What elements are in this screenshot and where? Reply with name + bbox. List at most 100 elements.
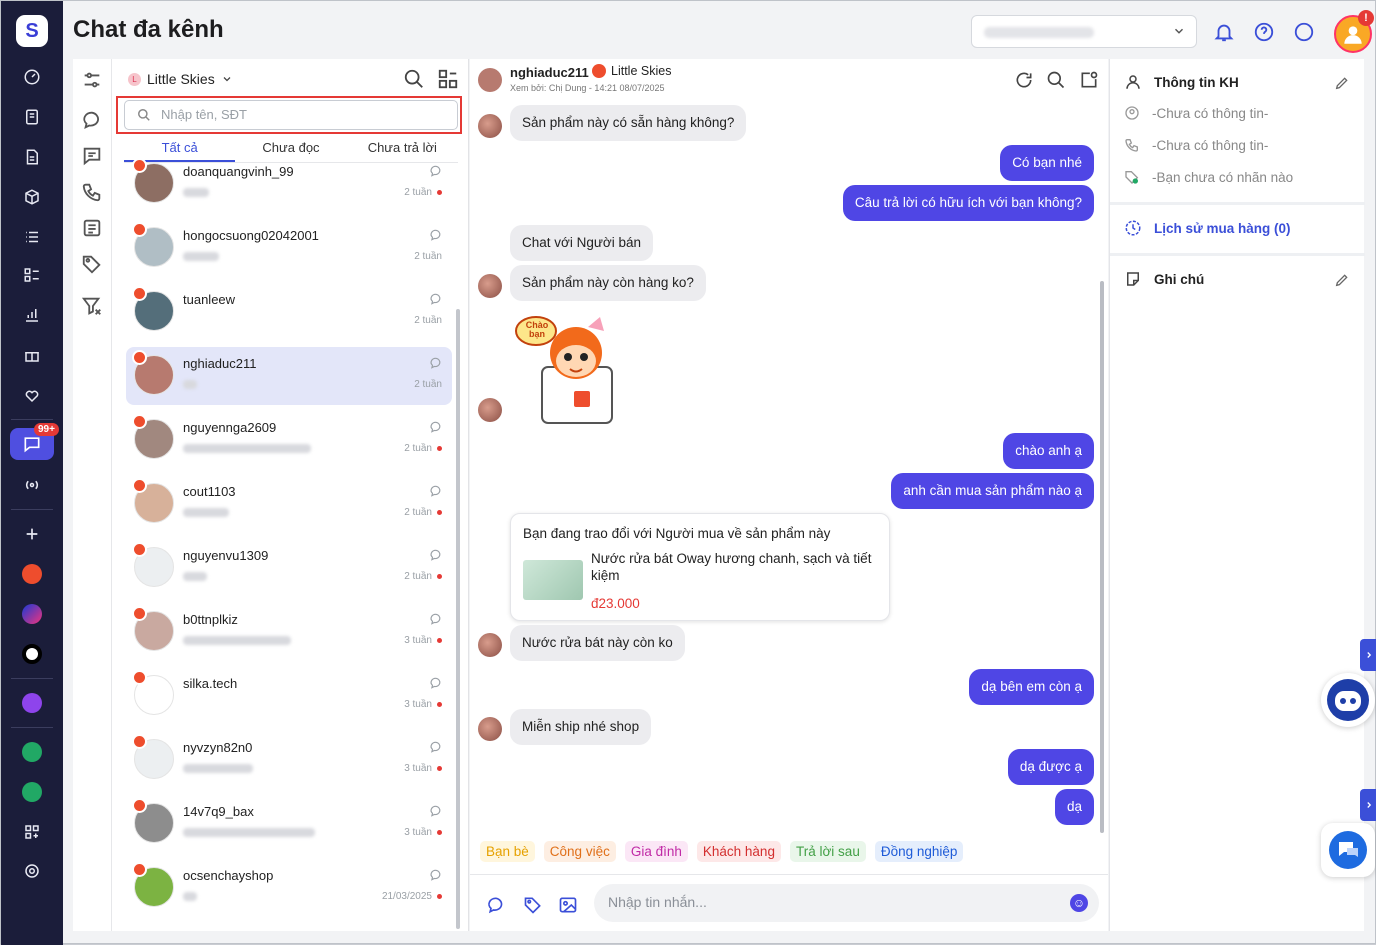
help-icon[interactable] bbox=[1253, 21, 1275, 43]
quick-reply-icon[interactable] bbox=[486, 895, 506, 915]
search-field[interactable] bbox=[124, 100, 458, 130]
customer-avatar bbox=[478, 398, 502, 422]
quick-tag[interactable]: Đồng nghiệp bbox=[874, 841, 964, 862]
conversation-item[interactable]: ocsenchayshop 21/03/2025 bbox=[126, 859, 452, 917]
edit-info-icon[interactable] bbox=[1334, 75, 1350, 91]
box-icon[interactable] bbox=[14, 181, 50, 213]
conversation-item[interactable]: doanquangvinh_99 2 tuần bbox=[126, 155, 452, 213]
refresh-icon[interactable] bbox=[1014, 70, 1034, 90]
search-input[interactable] bbox=[161, 107, 441, 122]
conversation-item[interactable]: tuanleew 2 tuần bbox=[126, 283, 452, 341]
conversation-item[interactable]: hongocsuong02042001 2 tuần bbox=[126, 219, 452, 277]
gift-icon[interactable] bbox=[14, 339, 50, 371]
more-icon[interactable] bbox=[1293, 21, 1315, 43]
expand-panel-button[interactable] bbox=[1360, 639, 1376, 671]
chat-bubble-icon[interactable] bbox=[81, 109, 105, 133]
grid-icon[interactable] bbox=[437, 68, 459, 90]
shopee-icon bbox=[132, 286, 147, 301]
expand-panel-button[interactable] bbox=[1360, 789, 1376, 821]
phone-icon[interactable] bbox=[81, 181, 105, 205]
conversation-item[interactable]: cout1103 2 tuần bbox=[126, 475, 452, 533]
last-message-preview bbox=[183, 380, 197, 389]
product-card[interactable]: Bạn đang trao đổi với Người mua về sản p… bbox=[510, 513, 890, 621]
partner-icon[interactable] bbox=[14, 776, 50, 808]
checklist-icon[interactable] bbox=[14, 259, 50, 291]
conversation-time: 3 tuần bbox=[404, 763, 442, 774]
image-icon[interactable] bbox=[558, 895, 578, 915]
quick-tag[interactable]: Khách hàng bbox=[696, 841, 781, 862]
info-value: -Chưa có thông tin- bbox=[1152, 105, 1269, 121]
purchase-history-link[interactable]: Lịch sử mua hàng (0) bbox=[1124, 219, 1291, 237]
message-out: Có bạn nhé bbox=[1000, 145, 1094, 181]
conversation-item[interactable]: nghiaduc211 2 tuần bbox=[126, 347, 452, 405]
info-row-account: -Chưa có thông tin- bbox=[1124, 105, 1268, 121]
conversation-time-text: 21/03/2025 bbox=[381, 891, 432, 902]
conversation-item[interactable]: nguyenvu1309 2 tuần bbox=[126, 539, 452, 597]
tag-icon[interactable] bbox=[523, 895, 543, 915]
tags-icon[interactable] bbox=[81, 253, 105, 277]
integration-icon[interactable] bbox=[14, 687, 50, 719]
store-icon[interactable] bbox=[14, 736, 50, 768]
conversation-item[interactable]: nguyennga2609 2 tuần bbox=[126, 411, 452, 469]
search-icon[interactable] bbox=[403, 68, 425, 90]
document-icon[interactable] bbox=[14, 141, 50, 173]
conversation-scrollbar[interactable] bbox=[456, 309, 460, 929]
customer-info-header: Thông tin KH bbox=[1124, 73, 1239, 91]
bell-icon[interactable] bbox=[1213, 21, 1235, 43]
shopee-icon bbox=[132, 414, 147, 429]
chat-bubble-icon bbox=[429, 420, 443, 434]
dashboard-icon[interactable] bbox=[14, 61, 50, 93]
conversation-name: tuanleew bbox=[183, 292, 236, 307]
quick-tag[interactable]: Trả lời sau bbox=[789, 841, 866, 862]
heart-hand-icon[interactable] bbox=[14, 379, 50, 411]
unread-dot bbox=[437, 893, 442, 899]
message-in: Miễn ship nhé shop bbox=[510, 709, 652, 745]
chat-bubble-icon bbox=[429, 164, 443, 178]
apps-icon[interactable] bbox=[14, 816, 50, 848]
new-window-icon[interactable] bbox=[1079, 70, 1099, 90]
quick-tag[interactable]: Công việc bbox=[543, 841, 616, 862]
shopee-icon bbox=[132, 350, 147, 365]
message-input[interactable] bbox=[608, 894, 1048, 910]
list-icon[interactable] bbox=[14, 221, 50, 253]
report-icon[interactable] bbox=[14, 299, 50, 331]
shop-selector[interactable] bbox=[971, 15, 1197, 48]
info-row-label[interactable]: -Bạn chưa có nhãn nào bbox=[1124, 169, 1293, 185]
chat-scrollbar[interactable] bbox=[1100, 281, 1104, 833]
greeting-sticker: Chào bạn bbox=[514, 307, 624, 425]
conversation-item[interactable]: silka.tech 3 tuần bbox=[126, 667, 452, 725]
settings-icon[interactable] bbox=[14, 855, 50, 887]
comment-icon[interactable] bbox=[81, 145, 105, 169]
chatbot-icon[interactable] bbox=[1321, 673, 1375, 727]
edit-note-icon[interactable] bbox=[1334, 272, 1350, 288]
product-name: Nước rửa bát Oway hương chanh, sạch và t… bbox=[591, 551, 872, 583]
add-icon[interactable] bbox=[14, 518, 50, 550]
orders-icon[interactable] bbox=[14, 101, 50, 133]
quick-tag[interactable]: Bạn bè bbox=[480, 841, 535, 862]
broadcast-icon[interactable] bbox=[14, 469, 50, 501]
app-logo[interactable]: S bbox=[16, 15, 48, 47]
conversation-item[interactable]: 14v7q9_bax 3 tuần bbox=[126, 795, 452, 853]
unread-dot bbox=[437, 701, 442, 707]
chat-header: nghiaduc211 Little Skies Xem bởi: Chị Du… bbox=[470, 59, 1108, 99]
filter-clear-icon[interactable] bbox=[81, 295, 105, 319]
sliders-icon[interactable] bbox=[81, 69, 105, 93]
search-icon[interactable] bbox=[1046, 70, 1066, 90]
emoji-icon[interactable]: ☺ bbox=[1070, 894, 1088, 912]
conversation-item[interactable]: b0ttnplkiz 3 tuần bbox=[126, 603, 452, 661]
last-message-preview bbox=[183, 764, 253, 773]
product-image bbox=[523, 560, 583, 600]
support-chat-icon[interactable] bbox=[1321, 823, 1375, 877]
tiktok-icon[interactable] bbox=[14, 638, 50, 670]
top-header: Chat đa kênh ! bbox=[63, 1, 1375, 59]
customer-avatar bbox=[478, 717, 502, 741]
shop-filter-dropdown[interactable]: L Little Skies bbox=[128, 71, 233, 87]
shopee-icon[interactable] bbox=[14, 558, 50, 590]
conversation-pane: L Little Skies Tất cả Chưa đọc Chưa trả … bbox=[112, 59, 469, 931]
lazada-icon[interactable] bbox=[14, 598, 50, 630]
conversation-time: 3 tuần bbox=[404, 699, 442, 710]
quick-tag[interactable]: Gia đình bbox=[624, 841, 688, 862]
conversation-item[interactable]: nyvzyn82n0 3 tuần bbox=[126, 731, 452, 789]
note-list-icon[interactable] bbox=[81, 217, 105, 241]
unread-dot bbox=[437, 573, 442, 579]
